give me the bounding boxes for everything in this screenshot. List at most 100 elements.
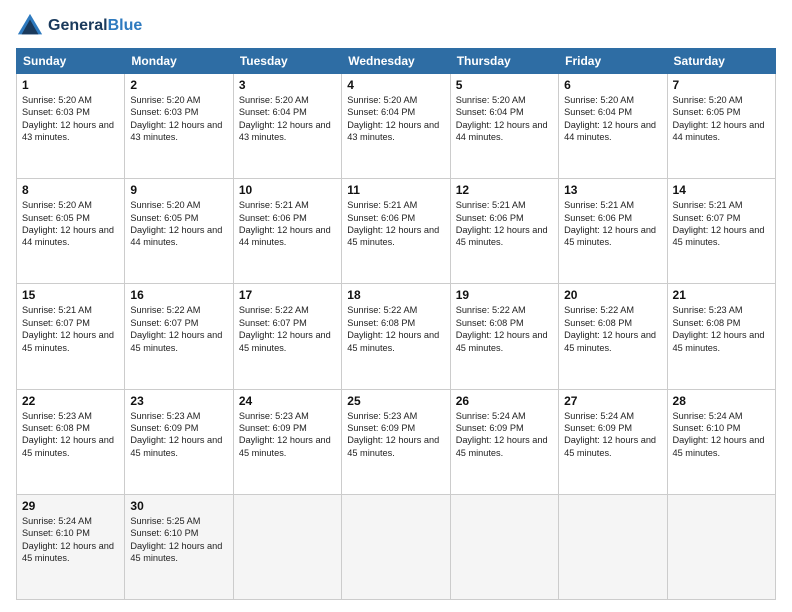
- calendar-cell: 15 Sunrise: 5:21 AMSunset: 6:07 PMDayligh…: [17, 284, 125, 389]
- cell-info: Sunrise: 5:20 AMSunset: 6:04 PMDaylight:…: [564, 94, 661, 144]
- day-number: 10: [239, 183, 336, 197]
- day-number: 16: [130, 288, 227, 302]
- day-number: 15: [22, 288, 119, 302]
- calendar-cell: 4 Sunrise: 5:20 AMSunset: 6:04 PMDaylight…: [342, 74, 450, 179]
- calendar-cell: 28 Sunrise: 5:24 AMSunset: 6:10 PMDayligh…: [667, 389, 775, 494]
- logo-icon: [16, 12, 44, 40]
- calendar-cell: 22Sunrise: 5:23 AMSunset: 6:08 PMDayligh…: [17, 389, 125, 494]
- day-number: 7: [673, 78, 770, 92]
- cell-info: Sunrise: 5:21 AMSunset: 6:06 PMDaylight:…: [564, 199, 661, 249]
- calendar-cell: 25Sunrise: 5:23 AMSunset: 6:09 PMDayligh…: [342, 389, 450, 494]
- cell-info: Sunrise: 5:20 AMSunset: 6:04 PMDaylight:…: [347, 94, 444, 144]
- calendar-cell: 5 Sunrise: 5:20 AMSunset: 6:04 PMDaylight…: [450, 74, 558, 179]
- calendar-cell: 20 Sunrise: 5:22 AMSunset: 6:08 PMDayligh…: [559, 284, 667, 389]
- cell-info: Sunrise: 5:23 AMSunset: 6:09 PMDaylight:…: [347, 410, 444, 460]
- cell-info: Sunrise: 5:22 AMSunset: 6:07 PMDaylight:…: [130, 304, 227, 354]
- weekday-header: Friday: [559, 49, 667, 74]
- cell-info: Sunrise: 5:20 AMSunset: 6:05 PMDaylight:…: [130, 199, 227, 249]
- calendar-cell: [667, 494, 775, 599]
- calendar-cell: [342, 494, 450, 599]
- cell-info: Sunrise: 5:24 AMSunset: 6:10 PMDaylight:…: [673, 410, 770, 460]
- calendar-cell: 21Sunrise: 5:23 AMSunset: 6:08 PMDayligh…: [667, 284, 775, 389]
- calendar-cell: 8 Sunrise: 5:20 AMSunset: 6:05 PMDaylight…: [17, 179, 125, 284]
- cell-info: Sunrise: 5:24 AMSunset: 6:10 PMDaylight:…: [22, 515, 119, 565]
- day-number: 4: [347, 78, 444, 92]
- day-number: 14: [673, 183, 770, 197]
- day-number: 5: [456, 78, 553, 92]
- calendar-cell: [450, 494, 558, 599]
- calendar-cell: 19 Sunrise: 5:22 AMSunset: 6:08 PMDayligh…: [450, 284, 558, 389]
- calendar-cell: 14 Sunrise: 5:21 AMSunset: 6:07 PMDayligh…: [667, 179, 775, 284]
- calendar-cell: 17 Sunrise: 5:22 AMSunset: 6:07 PMDayligh…: [233, 284, 341, 389]
- calendar-cell: 12 Sunrise: 5:21 AMSunset: 6:06 PMDayligh…: [450, 179, 558, 284]
- day-number: 11: [347, 183, 444, 197]
- day-number: 3: [239, 78, 336, 92]
- cell-info: Sunrise: 5:22 AMSunset: 6:08 PMDaylight:…: [564, 304, 661, 354]
- calendar-table: SundayMondayTuesdayWednesdayThursdayFrid…: [16, 48, 776, 600]
- calendar-cell: 24 Sunrise: 5:23 AMSunset: 6:09 PMDayligh…: [233, 389, 341, 494]
- cell-info: Sunrise: 5:20 AMSunset: 6:05 PMDaylight:…: [22, 199, 119, 249]
- day-number: 19: [456, 288, 553, 302]
- day-number: 18: [347, 288, 444, 302]
- calendar-cell: 13 Sunrise: 5:21 AMSunset: 6:06 PMDayligh…: [559, 179, 667, 284]
- day-number: 12: [456, 183, 553, 197]
- day-number: 13: [564, 183, 661, 197]
- calendar-week-row: 29 Sunrise: 5:24 AMSunset: 6:10 PMDayligh…: [17, 494, 776, 599]
- cell-info: Sunrise: 5:21 AMSunset: 6:07 PMDaylight:…: [673, 199, 770, 249]
- cell-info: Sunrise: 5:21 AMSunset: 6:07 PMDaylight:…: [22, 304, 119, 354]
- weekday-header: Thursday: [450, 49, 558, 74]
- calendar-week-row: 22Sunrise: 5:23 AMSunset: 6:08 PMDayligh…: [17, 389, 776, 494]
- calendar-cell: 26Sunrise: 5:24 AMSunset: 6:09 PMDayligh…: [450, 389, 558, 494]
- cell-info: Sunrise: 5:23 AMSunset: 6:08 PMDaylight:…: [22, 410, 119, 460]
- calendar-body: 1 Sunrise: 5:20 AMSunset: 6:03 PMDaylight…: [17, 74, 776, 600]
- calendar-week-row: 15 Sunrise: 5:21 AMSunset: 6:07 PMDayligh…: [17, 284, 776, 389]
- weekday-header: Saturday: [667, 49, 775, 74]
- calendar-cell: 10 Sunrise: 5:21 AMSunset: 6:06 PMDayligh…: [233, 179, 341, 284]
- day-number: 29: [22, 499, 119, 513]
- day-number: 27: [564, 394, 661, 408]
- calendar-week-row: 8 Sunrise: 5:20 AMSunset: 6:05 PMDaylight…: [17, 179, 776, 284]
- cell-info: Sunrise: 5:20 AMSunset: 6:04 PMDaylight:…: [456, 94, 553, 144]
- calendar-cell: [233, 494, 341, 599]
- cell-info: Sunrise: 5:24 AMSunset: 6:09 PMDaylight:…: [456, 410, 553, 460]
- day-number: 23: [130, 394, 227, 408]
- day-number: 20: [564, 288, 661, 302]
- cell-info: Sunrise: 5:23 AMSunset: 6:09 PMDaylight:…: [239, 410, 336, 460]
- cell-info: Sunrise: 5:23 AMSunset: 6:09 PMDaylight:…: [130, 410, 227, 460]
- cell-info: Sunrise: 5:21 AMSunset: 6:06 PMDaylight:…: [347, 199, 444, 249]
- cell-info: Sunrise: 5:20 AMSunset: 6:05 PMDaylight:…: [673, 94, 770, 144]
- day-number: 8: [22, 183, 119, 197]
- cell-info: Sunrise: 5:21 AMSunset: 6:06 PMDaylight:…: [239, 199, 336, 249]
- day-number: 1: [22, 78, 119, 92]
- cell-info: Sunrise: 5:20 AMSunset: 6:04 PMDaylight:…: [239, 94, 336, 144]
- cell-info: Sunrise: 5:20 AMSunset: 6:03 PMDaylight:…: [22, 94, 119, 144]
- header: GeneralBlue: [16, 12, 776, 40]
- day-number: 21: [673, 288, 770, 302]
- calendar-week-row: 1 Sunrise: 5:20 AMSunset: 6:03 PMDaylight…: [17, 74, 776, 179]
- day-number: 17: [239, 288, 336, 302]
- calendar-cell: 6 Sunrise: 5:20 AMSunset: 6:04 PMDaylight…: [559, 74, 667, 179]
- cell-info: Sunrise: 5:21 AMSunset: 6:06 PMDaylight:…: [456, 199, 553, 249]
- calendar-cell: 27Sunrise: 5:24 AMSunset: 6:09 PMDayligh…: [559, 389, 667, 494]
- calendar-cell: 11 Sunrise: 5:21 AMSunset: 6:06 PMDayligh…: [342, 179, 450, 284]
- calendar-cell: 16 Sunrise: 5:22 AMSunset: 6:07 PMDayligh…: [125, 284, 233, 389]
- weekday-header: Sunday: [17, 49, 125, 74]
- calendar-cell: 3 Sunrise: 5:20 AMSunset: 6:04 PMDaylight…: [233, 74, 341, 179]
- calendar-cell: [559, 494, 667, 599]
- calendar-cell: 1 Sunrise: 5:20 AMSunset: 6:03 PMDaylight…: [17, 74, 125, 179]
- cell-info: Sunrise: 5:22 AMSunset: 6:08 PMDaylight:…: [456, 304, 553, 354]
- calendar-cell: 2Sunrise: 5:20 AMSunset: 6:03 PMDaylight…: [125, 74, 233, 179]
- day-number: 9: [130, 183, 227, 197]
- weekday-header: Monday: [125, 49, 233, 74]
- day-number: 6: [564, 78, 661, 92]
- calendar-cell: 29 Sunrise: 5:24 AMSunset: 6:10 PMDayligh…: [17, 494, 125, 599]
- calendar-cell: 30Sunrise: 5:25 AMSunset: 6:10 PMDayligh…: [125, 494, 233, 599]
- page: GeneralBlue SundayMondayTuesdayWednesday…: [0, 0, 792, 612]
- cell-info: Sunrise: 5:20 AMSunset: 6:03 PMDaylight:…: [130, 94, 227, 144]
- day-number: 28: [673, 394, 770, 408]
- weekday-header: Tuesday: [233, 49, 341, 74]
- logo: GeneralBlue: [16, 12, 142, 40]
- calendar-cell: 7 Sunrise: 5:20 AMSunset: 6:05 PMDaylight…: [667, 74, 775, 179]
- cell-info: Sunrise: 5:22 AMSunset: 6:07 PMDaylight:…: [239, 304, 336, 354]
- day-number: 24: [239, 394, 336, 408]
